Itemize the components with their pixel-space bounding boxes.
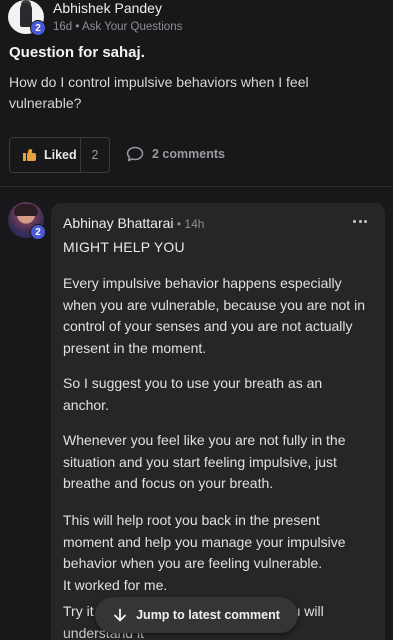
post-meta: 16d • Ask Your Questions xyxy=(53,21,183,33)
more-options-icon[interactable] xyxy=(353,220,367,224)
comment-heading: MIGHT HELP YOU xyxy=(63,239,185,255)
jump-to-latest-button[interactable]: Jump to latest comment xyxy=(95,597,298,633)
level-badge: 2 xyxy=(30,20,46,36)
partial-line-start: Try it xyxy=(63,603,94,619)
arrow-down-icon xyxy=(114,608,127,622)
post-header: 2 Abhishek Pandey 16d • Ask Your Questio… xyxy=(0,0,393,40)
comment-paragraph: Every impulsive behavior happens especia… xyxy=(63,275,365,357)
author-name[interactable]: Abhishek Pandey xyxy=(53,0,162,16)
comment-card: Abhinay Bhattarai • 14h MIGHT HELP YOU E… xyxy=(51,203,385,640)
comment-author-line: Abhinay Bhattarai • 14h xyxy=(63,215,204,231)
like-label: Liked xyxy=(44,148,77,162)
comments-button[interactable]: 2 comments xyxy=(126,145,225,163)
post-title: Question for sahaj. xyxy=(9,44,145,61)
comment-paragraph: So I suggest you to use your breath as a… xyxy=(63,375,323,413)
commenter-level-badge: 2 xyxy=(30,224,46,240)
jump-label: Jump to latest comment xyxy=(136,608,280,622)
like-button[interactable]: Liked 2 xyxy=(9,137,110,173)
like-count: 2 xyxy=(91,148,99,162)
comments-label: 2 comments xyxy=(152,147,225,161)
comment-author[interactable]: Abhinay Bhattarai xyxy=(63,215,174,231)
thumbs-up-icon xyxy=(23,149,37,161)
comment-time: • 14h xyxy=(173,217,205,231)
post-body: How do I control impulsive behaviors whe… xyxy=(9,74,309,111)
divider xyxy=(0,186,393,187)
comment-paragraph: Whenever you feel like you are not fully… xyxy=(63,432,346,492)
speech-bubble-icon xyxy=(126,146,144,162)
comment-paragraph: This will help root you back in the pres… xyxy=(63,512,346,594)
